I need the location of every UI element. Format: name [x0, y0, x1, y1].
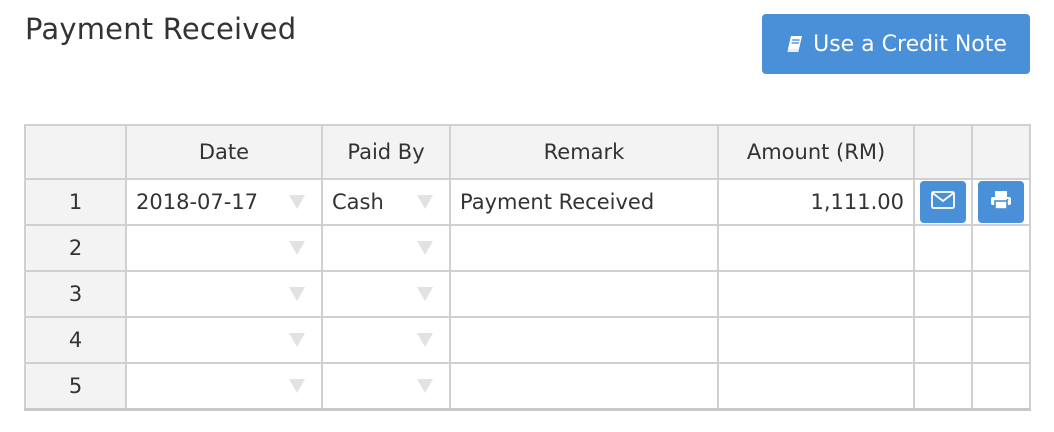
email-cell — [913, 178, 973, 226]
amount-cell[interactable] — [717, 316, 915, 364]
paid-by-cell[interactable] — [321, 270, 451, 318]
date-value: 2018-07-17 — [136, 190, 259, 214]
use-credit-note-button[interactable]: Use a Credit Note — [762, 14, 1030, 74]
caret-down-icon[interactable] — [417, 287, 433, 301]
date-cell[interactable] — [125, 270, 323, 318]
envelope-icon — [931, 190, 955, 214]
email-cell — [913, 316, 973, 364]
print-button[interactable] — [978, 181, 1024, 223]
caret-down-icon[interactable] — [417, 333, 433, 347]
caret-down-icon[interactable] — [417, 378, 433, 393]
header-paid-by: Paid By — [321, 124, 451, 180]
caret-down-icon[interactable] — [417, 195, 433, 209]
print-cell — [971, 178, 1031, 226]
book-icon — [785, 34, 805, 54]
date-cell[interactable]: 2018-07-17 — [125, 178, 323, 226]
print-cell — [971, 224, 1031, 272]
paid-by-value: Cash — [332, 190, 384, 214]
table-row: 4 — [24, 316, 1031, 364]
table-row: 2 — [24, 224, 1031, 272]
header-print — [971, 124, 1031, 180]
caret-down-icon[interactable] — [289, 287, 305, 301]
remark-value: Payment Received — [460, 190, 655, 214]
header-row-number — [24, 124, 127, 180]
header-date: Date — [125, 124, 323, 180]
row-number: 1 — [24, 178, 127, 226]
print-cell — [971, 270, 1031, 318]
caret-down-icon[interactable] — [289, 195, 305, 209]
amount-value: 1,111.00 — [810, 190, 904, 214]
remark-cell[interactable] — [449, 316, 719, 364]
date-cell[interactable] — [125, 316, 323, 364]
page-title: Payment Received — [25, 12, 297, 46]
paid-by-cell[interactable] — [321, 224, 451, 272]
print-cell — [971, 362, 1031, 411]
remark-cell[interactable]: Payment Received — [449, 178, 719, 226]
credit-note-label: Use a Credit Note — [813, 31, 1007, 57]
table-row: 1 2018-07-17 Cash Payment Received 1,111… — [24, 178, 1031, 226]
header-email — [913, 124, 973, 180]
remark-cell[interactable] — [449, 270, 719, 318]
caret-down-icon[interactable] — [289, 241, 305, 255]
row-number: 3 — [24, 270, 127, 318]
email-cell — [913, 362, 973, 411]
row-number: 4 — [24, 316, 127, 364]
amount-cell[interactable] — [717, 270, 915, 318]
remark-cell[interactable] — [449, 224, 719, 272]
print-cell — [971, 316, 1031, 364]
remark-cell[interactable] — [449, 362, 719, 411]
paid-by-cell[interactable] — [321, 316, 451, 364]
amount-cell[interactable] — [717, 224, 915, 272]
caret-down-icon[interactable] — [289, 333, 305, 347]
payments-table: Date Paid By Remark Amount (RM) 1 2018-0… — [24, 124, 1031, 411]
paid-by-cell[interactable] — [321, 362, 451, 411]
caret-down-icon[interactable] — [289, 378, 305, 393]
table-header-row: Date Paid By Remark Amount (RM) — [24, 124, 1031, 180]
row-number: 2 — [24, 224, 127, 272]
amount-cell[interactable] — [717, 362, 915, 411]
header-remark: Remark — [449, 124, 719, 180]
amount-cell[interactable]: 1,111.00 — [717, 178, 915, 226]
printer-icon — [990, 190, 1012, 215]
table-row: 5 — [24, 362, 1031, 411]
email-button[interactable] — [920, 181, 966, 223]
header-amount: Amount (RM) — [717, 124, 915, 180]
paid-by-cell[interactable]: Cash — [321, 178, 451, 226]
caret-down-icon[interactable] — [417, 241, 433, 255]
date-cell[interactable] — [125, 224, 323, 272]
email-cell — [913, 224, 973, 272]
date-cell[interactable] — [125, 362, 323, 411]
email-cell — [913, 270, 973, 318]
row-number: 5 — [24, 362, 127, 411]
table-row: 3 — [24, 270, 1031, 318]
